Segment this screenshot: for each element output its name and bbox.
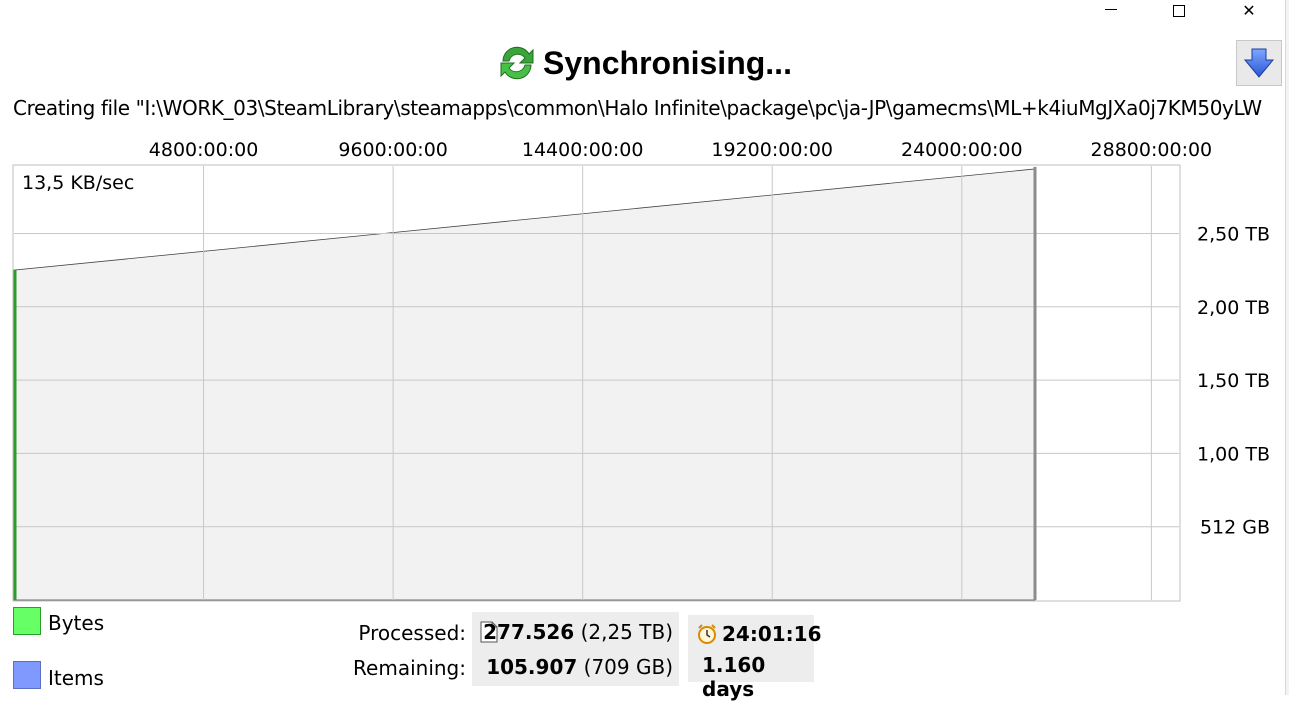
y-tick-label: 1,50 TB (1197, 370, 1270, 392)
y-tick-label: 2,50 TB (1197, 223, 1270, 245)
x-tick-label: 19200:00:00 (711, 139, 833, 161)
elapsed-time: 24:01:16 (722, 622, 822, 646)
time-box: 24:01:16 1.160 days (688, 615, 822, 701)
sync-arrows-icon (500, 46, 534, 80)
maximize-button[interactable] (1156, 0, 1202, 22)
legend-items-label: Items (48, 666, 104, 690)
close-button[interactable]: ✕ (1226, 0, 1272, 22)
arrow-down-icon (1243, 48, 1275, 78)
progress-graph: 4800:00:00 9600:00:00 14400:00:00 19200:00:… (12, 139, 1270, 602)
remaining-value: 105.907 (709 GB) (486, 655, 673, 679)
processed-label: Processed: (358, 621, 466, 645)
legend-bytes-swatch (13, 607, 41, 635)
remaining-label: Remaining: (353, 656, 466, 680)
window-edge (1285, 0, 1289, 695)
minimize-to-tray-button[interactable] (1236, 40, 1282, 86)
close-icon: ✕ (1242, 3, 1256, 20)
title-row: Synchronising... (0, 40, 1289, 86)
speed-label: 13,5 KB/sec (22, 172, 134, 194)
processed-size: (2,25 TB) (580, 620, 673, 644)
remaining-count: 105.907 (486, 655, 578, 679)
y-tick-label: 1,00 TB (1197, 443, 1270, 465)
minimize-icon (1105, 8, 1117, 10)
legend-items-swatch (13, 661, 41, 689)
x-tick-label: 28800:00:00 (1091, 139, 1213, 161)
legend-bytes-label: Bytes (48, 611, 105, 635)
minimize-button[interactable] (1088, 0, 1134, 22)
processed-value: 277.526 (2,25 TB) (483, 620, 673, 644)
alarm-clock-icon (698, 624, 716, 644)
remaining-time: 1.160 days (702, 653, 766, 701)
y-tick-label: 2,00 TB (1197, 297, 1270, 319)
status-text: Creating file "I:\WORK_03\SteamLibrary\s… (13, 96, 1262, 120)
stats-box: 277.526 (2,25 TB) 105.907 (709 GB) (472, 612, 679, 686)
x-tick-label: 24000:00:00 (901, 139, 1023, 161)
maximize-icon (1173, 5, 1185, 17)
page-title: Synchronising... (543, 44, 792, 81)
x-tick-label: 14400:00:00 (522, 139, 644, 161)
remaining-size: (709 GB) (583, 655, 673, 679)
processed-count: 277.526 (483, 620, 575, 644)
x-tick-label: 4800:00:00 (149, 139, 259, 161)
y-tick-label: 512 GB (1200, 517, 1270, 539)
x-tick-label: 9600:00:00 (338, 139, 448, 161)
